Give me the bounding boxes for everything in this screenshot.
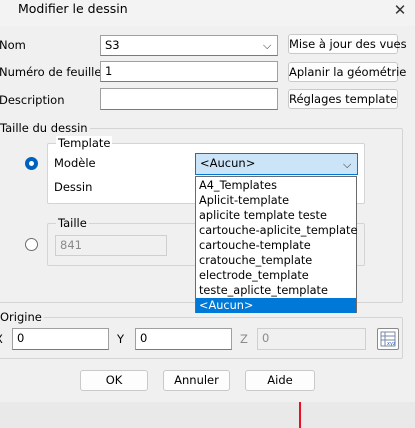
svg-text:xyz: xyz [387, 341, 396, 347]
template-group-label: Template [56, 136, 113, 150]
dropdown-item[interactable]: electrode_template [196, 268, 356, 283]
taille-group-label: Taille [56, 216, 89, 230]
template-radio[interactable] [25, 157, 38, 170]
origin-group-label: Origine [0, 310, 44, 324]
taille-radio[interactable] [25, 238, 38, 251]
template-dropdown-list: A4_Templates Aplicit-template aplicite t… [195, 176, 357, 313]
cancel-button[interactable]: Annuler [163, 370, 230, 391]
description-label: Description [0, 93, 65, 107]
dessin-label: Dessin [54, 180, 93, 194]
y-label: Y [117, 332, 125, 346]
nom-combobox[interactable]: S3 [100, 35, 278, 56]
x-label: X [0, 331, 3, 347]
x-input[interactable]: 0 [12, 328, 109, 350]
dropdown-item[interactable]: cratouche_template [196, 253, 356, 268]
background-canvas [0, 402, 415, 428]
modele-chevron-down-icon[interactable]: ⌵ [343, 157, 351, 173]
xyz-axis-icon[interactable]: xyz [377, 328, 399, 350]
dropdown-item[interactable]: A4_Templates [196, 178, 356, 193]
z-input[interactable]: 0 [257, 328, 366, 350]
numero-feuille-input[interactable]: 1 [100, 61, 278, 82]
close-icon[interactable]: ✕ [389, 1, 411, 19]
dropdown-item[interactable]: cartouche-aplicite_template [196, 223, 357, 238]
nom-label: Nom [0, 38, 26, 52]
modele-label: Modèle [54, 156, 96, 170]
description-input[interactable] [100, 88, 278, 110]
flatten-geometry-button[interactable]: Aplanir la géométrie [288, 62, 406, 82]
red-line [299, 402, 301, 428]
help-button[interactable]: Aide [245, 370, 315, 391]
dropdown-item[interactable]: Aplicit-template [196, 193, 356, 208]
dropdown-item[interactable]: cartouche-template [196, 238, 356, 253]
chevron-down-icon[interactable]: ⌵ [263, 38, 271, 54]
dropdown-item[interactable]: teste_aplicte_template [196, 283, 356, 298]
template-settings-button[interactable]: Réglages template [288, 89, 398, 109]
numero-feuille-label: Numéro de feuille [0, 65, 102, 79]
y-input[interactable]: 0 [135, 328, 232, 350]
dropdown-item-selected[interactable]: <Aucun> [196, 298, 356, 313]
modele-value: <Aucun> [200, 156, 256, 170]
window-title: Modifier le dessin [18, 1, 128, 16]
taille-input[interactable]: 841 [55, 235, 167, 256]
modele-combobox[interactable]: <Aucun> [195, 153, 358, 175]
drawing-size-group-label: Taille du dessin [0, 121, 90, 135]
nom-value: S3 [105, 38, 120, 52]
z-label: Z [240, 332, 248, 346]
ok-button[interactable]: OK [80, 370, 148, 391]
dropdown-item[interactable]: aplicite template teste [196, 208, 356, 223]
update-views-button[interactable]: Mise à jour des vues [288, 34, 407, 54]
